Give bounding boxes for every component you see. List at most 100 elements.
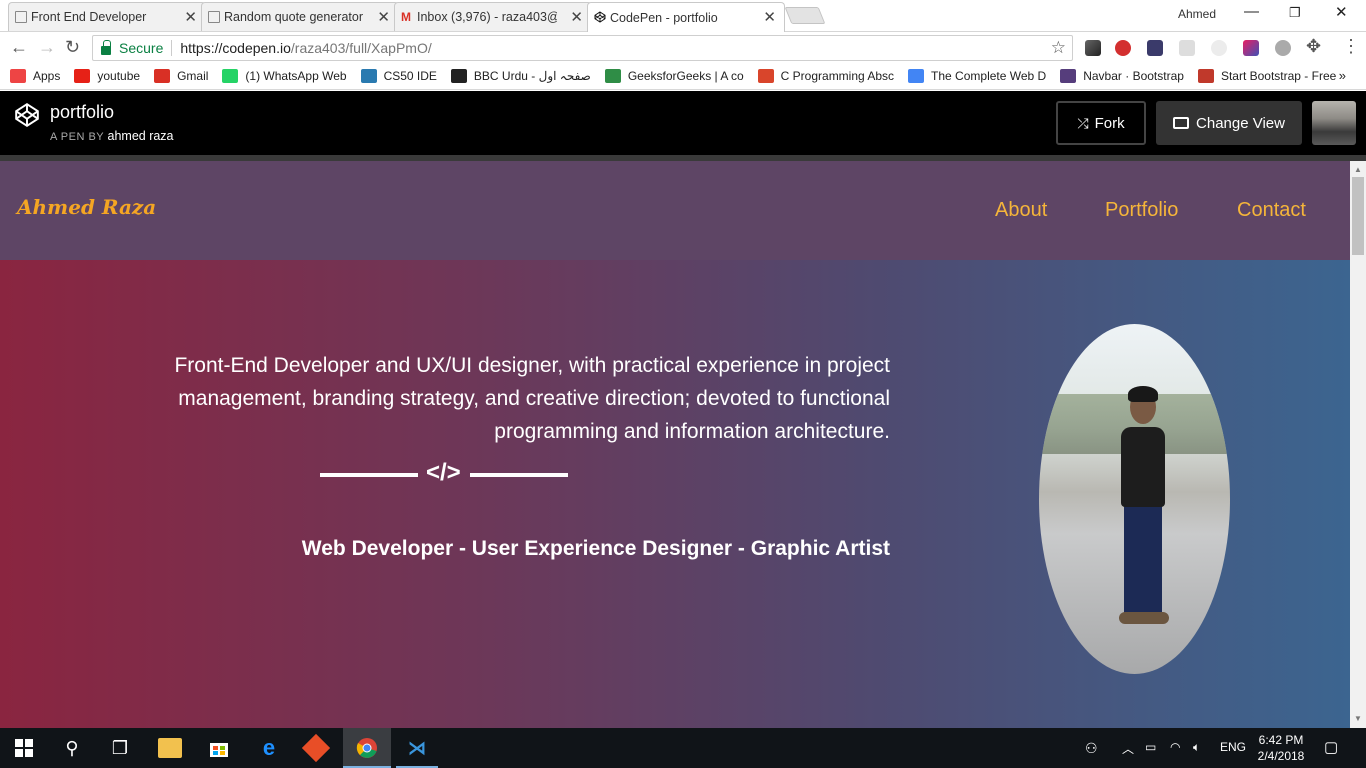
bookmark-label: CS50 IDE: [383, 69, 437, 83]
close-icon[interactable]: ✕: [570, 8, 583, 26]
battery-icon[interactable]: ▭: [1145, 740, 1156, 754]
author-link[interactable]: ahmed raza: [108, 129, 174, 143]
chrome-icon[interactable]: [355, 736, 379, 760]
windows-start-icon[interactable]: [12, 736, 36, 760]
bookmark-item[interactable]: Start Bootstrap - Free: [1197, 69, 1337, 83]
bookmarks-overflow-button[interactable]: »: [1339, 68, 1346, 83]
change-view-button[interactable]: Change View: [1156, 101, 1302, 145]
nav-link-portfolio[interactable]: Portfolio: [1105, 199, 1178, 222]
tab-title: Inbox (3,976) - raza403@: [417, 10, 557, 24]
apps-grid-icon: [10, 69, 26, 83]
back-icon[interactable]: ←: [10, 37, 28, 58]
change-view-label: Change View: [1196, 114, 1285, 132]
language-indicator[interactable]: ENG: [1220, 740, 1246, 754]
bookmark-item[interactable]: youtube: [74, 69, 140, 83]
show-hidden-icons[interactable]: ︿: [1122, 740, 1134, 757]
pen-title: portfolio: [50, 102, 115, 122]
action-center-icon[interactable]: ▢: [1324, 738, 1338, 756]
page-icon: [208, 11, 220, 23]
bootstrap-icon: [1060, 69, 1077, 83]
bookmark-item[interactable]: Navbar · Bootstrap: [1060, 69, 1184, 83]
page-scrollbar[interactable]: ▲ ▼: [1350, 161, 1366, 728]
bookmark-item[interactable]: Gmail: [154, 69, 208, 83]
bookmark-label: BBC Urdu - صفحہ اول: [473, 69, 591, 83]
restore-icon[interactable]: ❐: [1289, 5, 1301, 21]
tab-front-end-developer[interactable]: Front End Developer ✕: [8, 2, 206, 31]
bookmark-item[interactable]: C Programming Absc: [757, 69, 894, 83]
new-tab-button[interactable]: [784, 7, 826, 24]
roles-tagline: Web Developer - User Experience Designer…: [301, 537, 890, 560]
youtube-icon: [74, 69, 91, 83]
bookmark-label: Navbar · Bootstrap: [1083, 69, 1184, 83]
tab-strip: Front End Developer ✕ Random quote gener…: [0, 0, 1366, 32]
bookmark-label: Start Bootstrap - Free: [1220, 69, 1337, 83]
nav-link-contact[interactable]: Contact: [1237, 199, 1306, 222]
layout-icon: [1173, 117, 1190, 129]
close-icon[interactable]: ✕: [377, 8, 390, 26]
bookmark-label: youtube: [97, 69, 141, 83]
extension-icon[interactable]: [1275, 40, 1291, 56]
reload-icon[interactable]: ↻: [65, 37, 80, 58]
close-icon[interactable]: ✕: [763, 8, 776, 26]
address-bar[interactable]: Secure https://codepen.io /raza403/full/…: [92, 35, 1073, 61]
separator: [171, 40, 173, 56]
minimize-icon[interactable]: —: [1244, 3, 1259, 20]
site-brand[interactable]: Ahmed Raza: [17, 195, 156, 219]
task-view-icon[interactable]: ❐: [108, 736, 132, 760]
close-icon[interactable]: ✕: [184, 8, 197, 26]
tab-inbox[interactable]: M Inbox (3,976) - raza403@ ✕: [394, 2, 592, 31]
scrollbar-thumb[interactable]: [1352, 177, 1364, 255]
extension-icon[interactable]: [1179, 40, 1195, 56]
vscode-icon[interactable]: ⋊: [405, 736, 429, 760]
move-extension-icon[interactable]: ✥: [1306, 36, 1321, 57]
bookmark-star-icon[interactable]: ☆: [1051, 38, 1066, 58]
secure-label: Secure: [119, 40, 164, 56]
scroll-up-icon[interactable]: ▲: [1354, 165, 1362, 174]
windows-taskbar: ⚲ ❐ e ⋊ ⚇ ︿ ▭ ◠ 🔈︎ ENG 6:42 PM 2/4/2018 …: [0, 728, 1366, 768]
tab-random-quote[interactable]: Random quote generator ✕: [201, 2, 399, 31]
bookmark-item[interactable]: CS50 IDE: [360, 69, 437, 83]
git-icon[interactable]: [301, 733, 331, 763]
hero-section: Front-End Developer and UX/UI designer, …: [0, 260, 1350, 728]
file-explorer-icon[interactable]: [158, 738, 182, 758]
code-icon: </>: [426, 459, 461, 486]
system-clock[interactable]: 6:42 PM 2/4/2018: [1256, 732, 1306, 764]
wifi-icon[interactable]: ◠: [1170, 740, 1180, 754]
url-path: /raza403/full/XapPmO/: [290, 40, 432, 56]
fork-button[interactable]: ⤮ Fork: [1056, 101, 1146, 145]
search-icon[interactable]: ⚲: [60, 736, 84, 760]
extension-icon[interactable]: [1147, 40, 1163, 56]
extension-icon[interactable]: [1211, 40, 1227, 56]
bookmark-item[interactable]: Apps: [10, 69, 60, 83]
menu-icon[interactable]: ⋮: [1342, 36, 1360, 57]
gmail-icon: M: [401, 10, 411, 24]
close-window-icon[interactable]: ✕: [1335, 3, 1348, 21]
bookmark-item[interactable]: The Complete Web D: [908, 69, 1046, 83]
eyedropper-extension-icon[interactable]: [1085, 40, 1101, 56]
geeksforgeeks-icon: [604, 69, 621, 83]
forward-icon[interactable]: →: [38, 37, 56, 58]
scroll-down-icon[interactable]: ▼: [1354, 714, 1362, 723]
store-icon[interactable]: [207, 736, 231, 760]
adblock-plus-icon[interactable]: [1115, 40, 1131, 56]
bookmark-item[interactable]: BBC Urdu - صفحہ اول: [450, 69, 591, 83]
profile-name[interactable]: Ahmed: [1178, 7, 1216, 21]
extension-icon[interactable]: [1243, 40, 1259, 56]
bookmark-item[interactable]: (1) WhatsApp Web: [222, 69, 347, 83]
codepen-logo-icon[interactable]: [14, 102, 40, 128]
clock-time: 6:42 PM: [1258, 733, 1304, 747]
clock-date: 2/4/2018: [1257, 749, 1305, 763]
tab-codepen-portfolio[interactable]: CodePen - portfolio ✕: [587, 2, 785, 32]
page-icon: [15, 11, 27, 23]
url-host: https://codepen.io: [180, 40, 291, 56]
site-navbar: Ahmed Raza About Portfolio Contact: [0, 161, 1350, 260]
bookmark-label: Apps: [33, 69, 61, 83]
codepen-icon: [594, 11, 606, 23]
people-icon[interactable]: ⚇: [1085, 740, 1098, 757]
edge-icon[interactable]: e: [257, 736, 281, 760]
nav-link-about[interactable]: About: [995, 199, 1047, 222]
bookmark-item[interactable]: GeeksforGeeks | A co: [604, 69, 744, 83]
divider-line: [470, 473, 568, 477]
volume-icon[interactable]: 🔈︎: [1193, 740, 1200, 755]
user-avatar[interactable]: [1312, 101, 1356, 145]
